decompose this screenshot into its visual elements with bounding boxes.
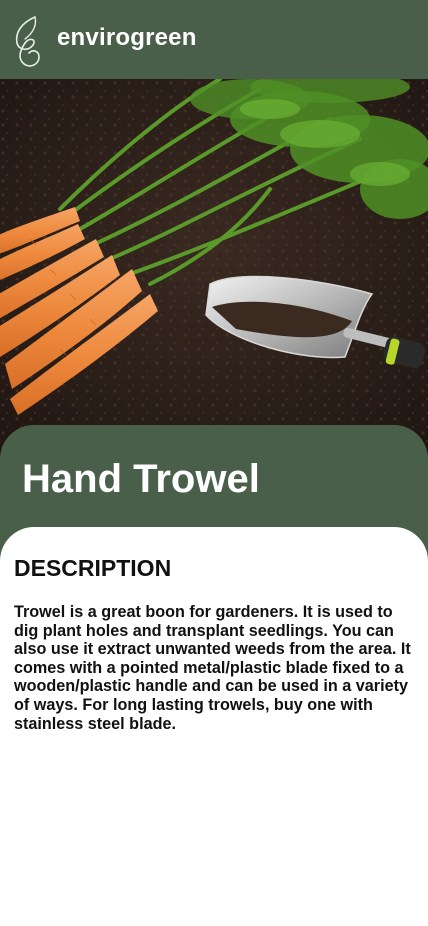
description-card: DESCRIPTION Trowel is a great boon for g…	[0, 527, 428, 926]
app-header: envirogreen	[0, 0, 428, 79]
description-heading: DESCRIPTION	[14, 555, 172, 581]
leaf-logo-icon[interactable]	[11, 15, 43, 69]
description-text: Trowel is a great boon for gardeners. It…	[14, 603, 411, 733]
hero-image	[0, 79, 428, 459]
product-title: Hand Trowel	[22, 457, 260, 501]
brand-name[interactable]: envirogreen	[57, 24, 197, 52]
